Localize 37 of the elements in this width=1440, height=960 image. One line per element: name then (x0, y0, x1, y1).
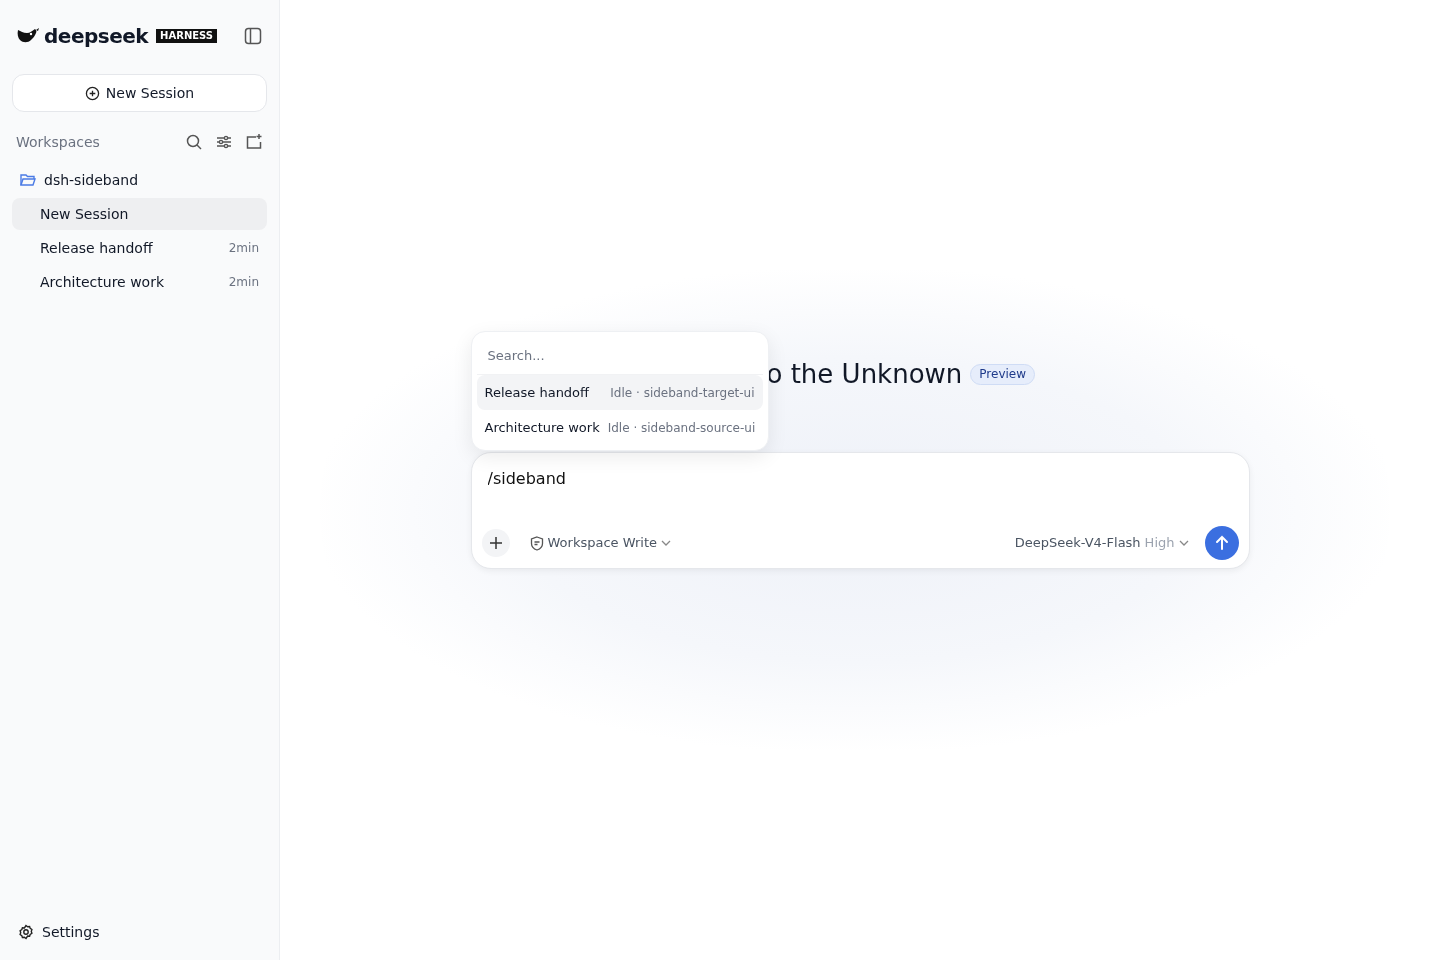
session-title: Architecture work (40, 272, 165, 292)
shield-icon (529, 535, 544, 551)
send-button[interactable] (1204, 526, 1239, 560)
permission-dropdown[interactable]: Workspace Write (529, 533, 671, 553)
session-item[interactable]: Architecture work 2min (12, 266, 267, 298)
settings-icon (18, 924, 34, 940)
message-input[interactable]: /sideband (481, 467, 1239, 491)
option-title: Architecture work (484, 418, 600, 437)
workspaces-label: Workspaces (16, 132, 100, 152)
session-title: Release handoff (40, 238, 153, 258)
chevron-down-icon (661, 540, 671, 546)
workspace-item[interactable]: dsh-sideband (12, 164, 267, 196)
session-title: New Session (40, 204, 129, 224)
brand-name: deepseek (44, 26, 149, 46)
whale-logo-icon (16, 27, 40, 45)
session-item[interactable]: New Session (12, 198, 267, 230)
session-option[interactable]: Release handoff Idle · sideband-target-ui (476, 375, 763, 410)
sliders-icon[interactable] (215, 133, 233, 151)
model-dropdown[interactable]: DeepSeek-V4-Flash High (1014, 533, 1189, 553)
chevron-down-icon (1178, 540, 1189, 546)
arrow-up-icon (1213, 535, 1230, 551)
option-detail: Idle · sideband-target-ui (610, 384, 755, 402)
add-button[interactable] (481, 529, 510, 557)
new-session-button[interactable]: New Session (12, 74, 267, 112)
settings-button[interactable]: Settings (12, 920, 267, 944)
option-title: Release handoff (484, 383, 590, 402)
search-icon[interactable] (185, 133, 203, 151)
brand-badge: HARNESS (156, 28, 218, 44)
session-item[interactable]: Release handoff 2min (12, 232, 267, 264)
plus-circle-icon (84, 85, 100, 101)
session-time: 2min (228, 274, 259, 291)
open-folder-icon (20, 173, 36, 187)
plus-icon (488, 536, 503, 550)
session-time: 2min (228, 240, 259, 257)
new-folder-icon[interactable] (245, 133, 263, 151)
option-detail: Idle · sideband-source-ui (607, 419, 756, 437)
session-option[interactable]: Architecture work Idle · sideband-source-ui (476, 410, 763, 445)
